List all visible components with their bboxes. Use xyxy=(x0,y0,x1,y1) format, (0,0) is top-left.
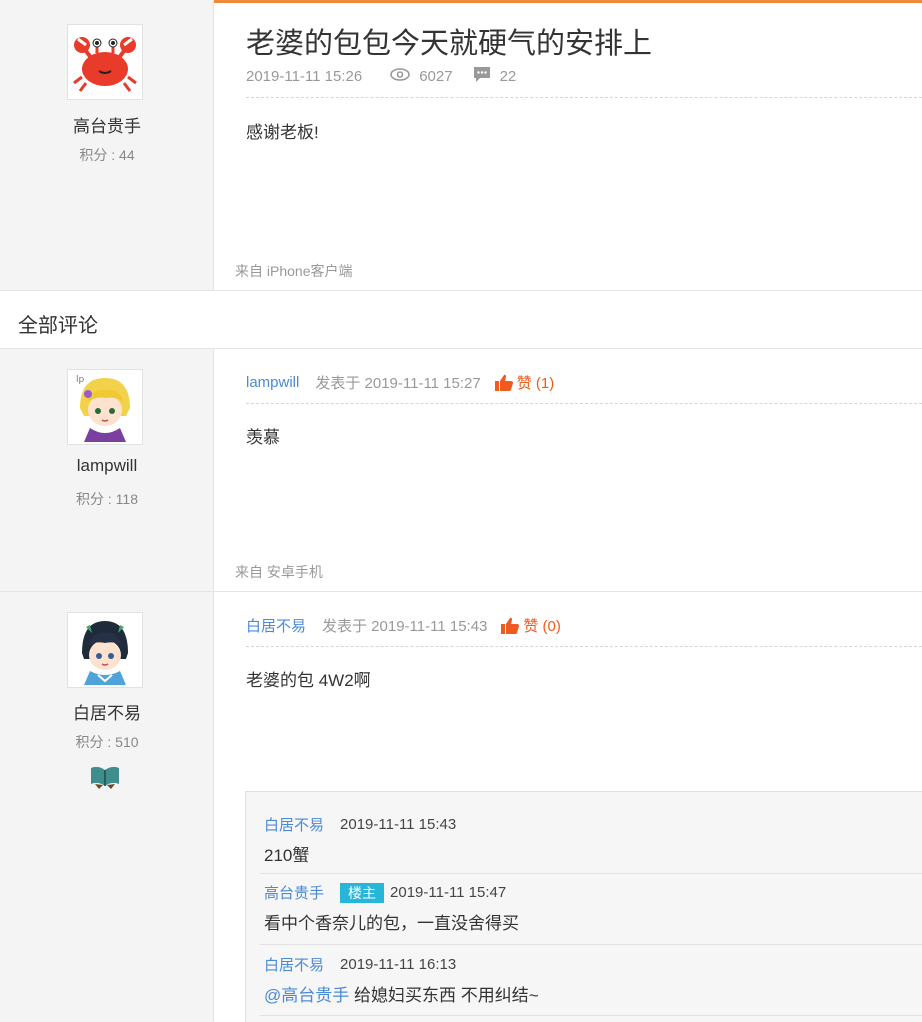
divider xyxy=(246,97,922,98)
crab-icon xyxy=(68,25,142,99)
post-author-panel: 高台贵手 积分 : 44 xyxy=(0,0,214,290)
owner-tag: 楼主 xyxy=(340,882,385,903)
comment-author-score: 积分 : 118 xyxy=(76,491,138,507)
comment-user-link[interactable]: 白居不易 xyxy=(246,615,306,636)
reply-time: 2019-11-11 15:43 xyxy=(340,816,457,833)
blonde-anime-avatar-icon: lp xyxy=(68,370,142,444)
like-count: 赞 (0) xyxy=(523,618,561,635)
reply-user-link[interactable]: 高台贵手 xyxy=(264,882,324,903)
post-date: 2019-11-11 15:26 xyxy=(246,68,363,85)
comment-author-panel: 白居不易 积分 : 510 xyxy=(0,592,214,1022)
post-author-score: 积分 : 44 xyxy=(79,147,135,163)
reply-item: 高台贵手 楼主 2019-11-11 15:47 看中个香奈儿的包，一直没舍得买 xyxy=(264,882,922,934)
comment-author-avatar[interactable] xyxy=(67,612,143,688)
reply-text: 210蟹 xyxy=(264,846,310,865)
reply-time: 2019-11-11 16:13 xyxy=(340,956,457,973)
all-comments-label: 全部评论 xyxy=(18,315,98,337)
post-source: 来自 iPhone客户端 xyxy=(235,263,353,279)
comment-author-name[interactable]: 白居不易 xyxy=(0,699,214,724)
post-title: 老婆的包包今天就硬气的安排上 xyxy=(246,28,653,60)
eye-icon xyxy=(390,68,411,85)
reply-user-link[interactable]: 白居不易 xyxy=(264,954,324,975)
comment-body: 羡慕 xyxy=(246,428,280,447)
divider xyxy=(246,646,922,647)
comment-content: lampwill 发表于 2019-11-11 15:27 赞 (1) 羡慕 来… xyxy=(214,349,922,591)
reply-message: 给媳妇买东西 不用纠结~ xyxy=(349,986,539,1005)
post-meta: 2019-11-11 15:26 6027 22 xyxy=(246,66,516,87)
thumbs-up-icon xyxy=(494,374,513,391)
comment-posted-time: 发表于 2019-11-11 15:27 xyxy=(315,375,481,392)
comment-author-avatar[interactable]: lp xyxy=(67,369,143,445)
post-content: 老婆的包包今天就硬气的安排上 2019-11-11 15:26 6027 22 … xyxy=(214,0,922,290)
mention-link[interactable]: @高台贵手 xyxy=(264,986,349,1005)
comment-count: 22 xyxy=(499,68,517,85)
comment-item: 白居不易 积分 : 510 白居不易 发表于 2019-11-11 15:43 … xyxy=(0,592,922,1022)
reply-text: @高台贵手 给媳妇买东西 不用纠结~ xyxy=(264,981,922,1006)
reply-item: 白居不易 2019-11-11 16:13 @高台贵手 给媳妇买东西 不用纠结~ xyxy=(264,954,922,1006)
comment-author-panel: lp lampwill 积分 : 118 xyxy=(0,349,214,591)
comments-header: 全部评论 xyxy=(0,291,922,349)
comment-source: 来自 安卓手机 xyxy=(235,564,323,580)
reply-list: 白居不易 2019-11-11 15:43 210蟹 高台贵手 楼主 2019-… xyxy=(245,791,922,1022)
post-body: 感谢老板! xyxy=(246,123,319,142)
original-post: 高台贵手 积分 : 44 老婆的包包今天就硬气的安排上 2019-11-11 1… xyxy=(0,0,922,291)
comment-item: lp lampwill 积分 : 118 lampwill 发表于 2019-1… xyxy=(0,349,922,592)
comment-user-link[interactable]: lampwill xyxy=(246,374,299,391)
like-button[interactable]: 赞 (0) xyxy=(501,615,561,636)
comment-author-name[interactable]: lampwill xyxy=(0,456,214,476)
reply-item: 白居不易 2019-11-11 15:43 210蟹 xyxy=(264,814,922,866)
post-author-avatar[interactable] xyxy=(67,24,143,100)
reply-user-link[interactable]: 白居不易 xyxy=(264,814,324,835)
comment-body: 老婆的包 4W2啊 xyxy=(246,671,371,690)
svg-text:lp: lp xyxy=(76,375,85,385)
post-author-name[interactable]: 高台贵手 xyxy=(0,112,214,137)
like-button[interactable]: 赞 (1) xyxy=(494,372,555,393)
divider xyxy=(246,403,922,404)
thumbs-up-icon xyxy=(501,617,520,634)
book-badge-icon xyxy=(89,764,121,790)
comment-content: 白居不易 发表于 2019-11-11 15:43 赞 (0) 老婆的包 4W2… xyxy=(214,592,922,1022)
comment-meta: lampwill 发表于 2019-11-11 15:27 赞 (1) xyxy=(246,372,554,393)
comment-posted-time: 发表于 2019-11-11 15:43 xyxy=(322,618,488,635)
reply-time: 2019-11-11 15:47 xyxy=(390,884,507,901)
dark-hair-anime-avatar-icon xyxy=(68,613,142,687)
comment-meta: 白居不易 发表于 2019-11-11 15:43 赞 (0) xyxy=(246,615,561,636)
reply-divider xyxy=(260,1015,922,1016)
reply-divider xyxy=(260,944,922,945)
reply-divider xyxy=(260,873,922,874)
reply-text: 看中个香奈儿的包，一直没舍得买 xyxy=(264,914,519,933)
view-count: 6027 xyxy=(419,68,453,85)
like-count: 赞 (1) xyxy=(516,375,555,392)
comment-author-score: 积分 : 510 xyxy=(75,734,139,750)
comment-icon xyxy=(473,66,491,87)
